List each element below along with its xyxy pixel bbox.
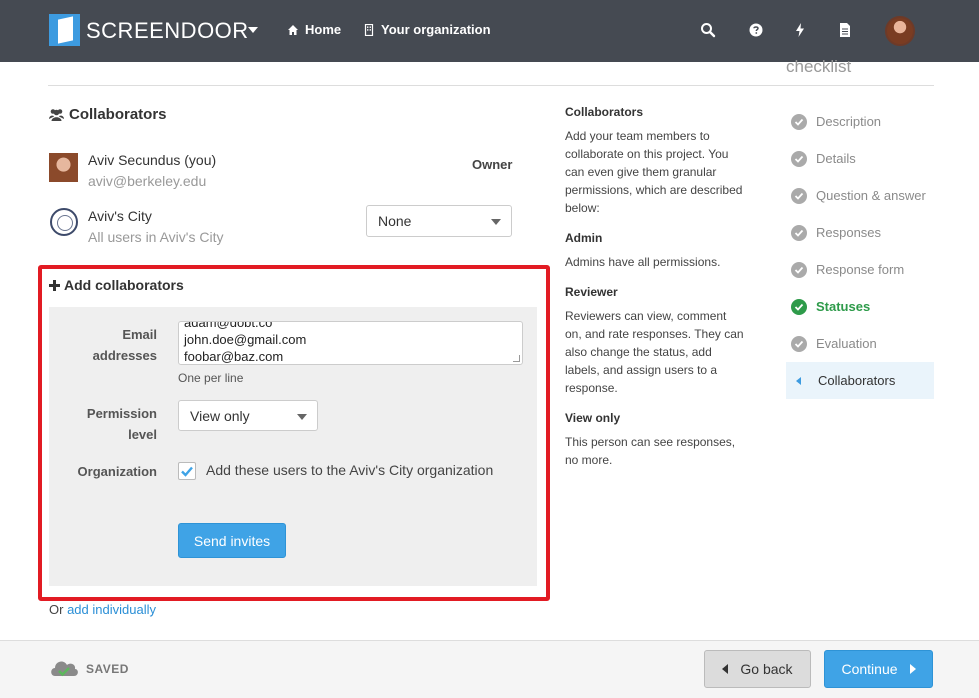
home-icon bbox=[288, 24, 298, 35]
checklist-item-label: Statuses bbox=[816, 299, 871, 314]
nav-organization-label: Your organization bbox=[381, 22, 491, 37]
checklist-item-question-answer[interactable]: Question & answer bbox=[786, 177, 934, 214]
help-intro: Add your team members to collaborate on … bbox=[565, 129, 743, 215]
plus-icon bbox=[49, 279, 60, 291]
checklist-item-evaluation[interactable]: Evaluation bbox=[786, 325, 934, 362]
owner-avatar bbox=[49, 153, 78, 182]
checklist: Description Details Question & answer Re… bbox=[786, 103, 934, 399]
help-icon[interactable] bbox=[748, 22, 764, 38]
checklist-item-statuses[interactable]: Statuses bbox=[786, 288, 934, 325]
permission-label-line-1: Permission bbox=[86, 406, 157, 421]
email-line: adam@dobt.co bbox=[184, 321, 273, 330]
org-name: Aviv's City bbox=[88, 208, 152, 224]
document-icon[interactable] bbox=[837, 22, 853, 38]
screendoor-logo-icon[interactable] bbox=[49, 14, 80, 46]
send-invites-button[interactable]: Send invites bbox=[178, 523, 286, 558]
check-circle-icon bbox=[791, 113, 807, 130]
search-icon[interactable] bbox=[700, 22, 716, 38]
add-collaborators-heading: Add collaborators bbox=[49, 277, 184, 293]
users-icon bbox=[49, 109, 64, 121]
permission-label-line-2: level bbox=[128, 427, 157, 442]
check-circle-icon bbox=[791, 224, 807, 241]
check-circle-icon bbox=[791, 298, 807, 315]
checklist-item-responses[interactable]: Responses bbox=[786, 214, 934, 251]
cloud-check-icon bbox=[51, 661, 78, 677]
owner-role: Owner bbox=[472, 157, 513, 172]
help-view-title: View only bbox=[565, 411, 621, 425]
checkmark-icon bbox=[181, 466, 193, 477]
checklist-item-description[interactable]: Description bbox=[786, 103, 934, 140]
collaborators-title: Collaborators bbox=[69, 106, 167, 123]
nav-home-label: Home bbox=[305, 22, 342, 37]
permission-level-label: Permission level bbox=[60, 403, 157, 445]
checklist-item-label: Response form bbox=[816, 262, 905, 277]
email-addresses-textarea[interactable]: adam@dobt.co john.doe@gmail.com foobar@b… bbox=[178, 321, 523, 365]
email-line: john.doe@gmail.com bbox=[184, 332, 307, 347]
help-view-text: This person can see responses, no more. bbox=[565, 435, 736, 467]
help-admin-text: Admins have all permissions. bbox=[565, 255, 721, 269]
continue-label: Continue bbox=[841, 661, 898, 677]
add-to-organization-checkbox[interactable] bbox=[178, 462, 196, 480]
check-circle-icon bbox=[791, 187, 807, 204]
caret-left-icon bbox=[722, 664, 729, 674]
org-permission-value: None bbox=[378, 213, 412, 229]
help-reviewer-title: Reviewer bbox=[565, 285, 618, 299]
checklist-item-label: Collaborators bbox=[818, 373, 896, 388]
resize-handle[interactable] bbox=[513, 355, 520, 362]
top-nav: SCREENDOOR Home Your organization bbox=[0, 0, 979, 62]
checklist-item-label: Responses bbox=[816, 225, 882, 240]
email-help-text: One per line bbox=[178, 371, 244, 385]
permission-level-value: View only bbox=[190, 407, 250, 424]
checklist-item-details[interactable]: Details bbox=[786, 140, 934, 177]
help-admin-title: Admin bbox=[565, 231, 603, 245]
caret-right-icon bbox=[909, 664, 916, 674]
checklist-item-label: Description bbox=[816, 114, 882, 129]
chevron-down-icon bbox=[491, 219, 501, 225]
help-sidebar: Collaborators Add your team members to c… bbox=[565, 103, 745, 481]
check-circle-icon bbox=[791, 150, 807, 167]
check-circle-icon bbox=[791, 335, 807, 352]
checklist-item-label: Evaluation bbox=[816, 336, 877, 351]
continue-button[interactable]: Continue bbox=[824, 650, 933, 688]
lightning-icon[interactable] bbox=[792, 22, 808, 38]
owner-email: aviv@berkeley.edu bbox=[88, 173, 207, 189]
organization-seal-icon bbox=[50, 208, 78, 236]
checklist-item-label: Question & answer bbox=[816, 188, 926, 203]
org-subtitle: All users in Aviv's City bbox=[88, 229, 224, 245]
check-circle-icon bbox=[791, 261, 807, 278]
collaborators-heading: Collaborators bbox=[49, 106, 167, 123]
divider bbox=[48, 85, 934, 86]
chevron-down-icon bbox=[297, 413, 307, 420]
go-back-button[interactable]: Go back bbox=[704, 650, 811, 688]
add-collaborators-title: Add collaborators bbox=[64, 277, 184, 293]
brand-name[interactable]: SCREENDOOR bbox=[86, 18, 249, 44]
organization-label: Organization bbox=[77, 464, 157, 479]
checklist-item-response-form[interactable]: Response form bbox=[786, 251, 934, 288]
checklist-item-collaborators[interactable]: Collaborators bbox=[786, 362, 934, 399]
email-addresses-label: Email addresses bbox=[60, 324, 157, 366]
owner-name: Aviv Secundus (you) bbox=[88, 152, 217, 168]
org-permission-select[interactable]: None bbox=[366, 205, 512, 237]
building-icon bbox=[364, 23, 374, 36]
nav-organization-link[interactable]: Your organization bbox=[363, 22, 491, 37]
email-line: foobar@baz.com bbox=[184, 349, 284, 364]
permission-level-select[interactable]: View only bbox=[178, 400, 318, 431]
caret-left-icon bbox=[796, 376, 801, 385]
brand-dropdown-caret-icon[interactable] bbox=[248, 27, 258, 33]
or-text: Or bbox=[49, 602, 64, 617]
email-label-line-1: Email bbox=[122, 327, 157, 342]
saved-status: SAVED bbox=[86, 662, 129, 676]
go-back-label: Go back bbox=[740, 661, 793, 677]
add-individually-line: Or add individually bbox=[49, 602, 156, 617]
checklist-item-label: Details bbox=[816, 151, 856, 166]
help-title: Collaborators bbox=[565, 105, 644, 119]
user-avatar[interactable] bbox=[885, 16, 915, 46]
email-label-line-2: addresses bbox=[92, 348, 157, 363]
add-individually-link[interactable]: add individually bbox=[67, 602, 156, 617]
add-to-organization-label[interactable]: Add these users to the Aviv's City organ… bbox=[206, 462, 493, 478]
help-reviewer-text: Reviewers can view, comment on, and rate… bbox=[565, 309, 744, 395]
nav-home-link[interactable]: Home bbox=[287, 22, 341, 37]
checklist-heading: checklist bbox=[786, 57, 852, 76]
